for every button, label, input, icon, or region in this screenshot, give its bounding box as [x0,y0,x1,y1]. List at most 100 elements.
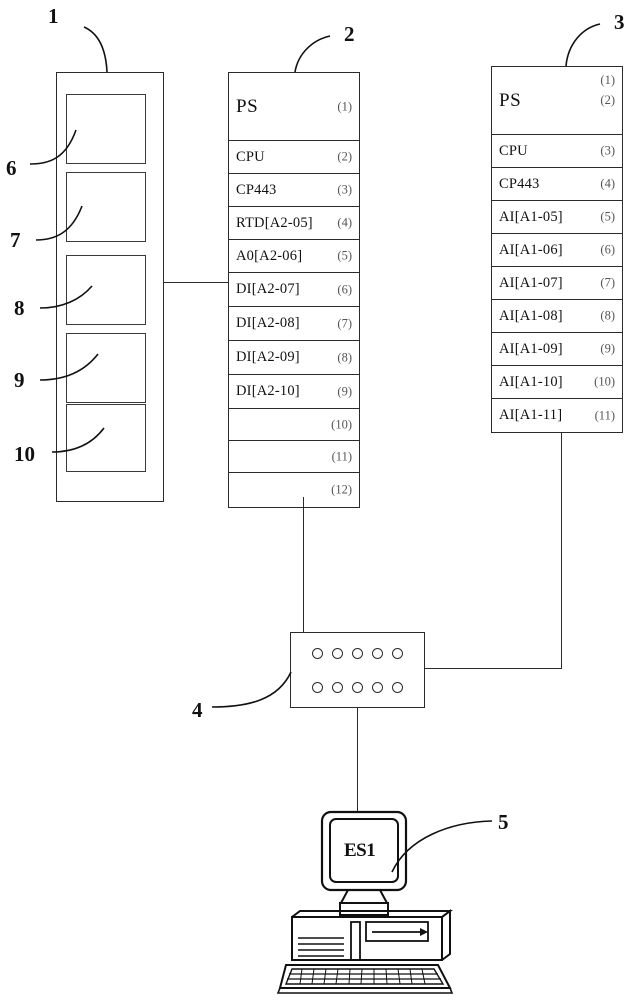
rack-a2-row-7: DI[A2-08] (7) [229,307,359,341]
rack-a2-row-2: CPU (2) [229,141,359,174]
switch-top-port [392,648,403,659]
rack-a2-row-label: RTD[A2-05] [236,214,313,231]
rack-a1-row-label: AI[A1-07] [499,274,563,291]
link-rack-a2-to-switch [303,497,304,633]
switch-bottom-port [372,682,383,693]
switch-bottom-port [352,682,363,693]
link-cabinet-to-rack-a2 [164,282,228,283]
rack-a2-row-11: (11) [229,441,359,473]
rack-a1-row-7: AI[A1-08] (8) [492,300,622,333]
workstation-illustration [276,810,454,994]
rack-a2-row-label: A0[A2-06] [236,247,303,264]
rack-a1-row-label: AI[A1-11] [499,407,563,423]
rack-a1-row-index: (5) [600,209,615,224]
switch-top-port [312,648,323,659]
callout-6: 6 [6,156,17,180]
link-rack-a1-to-switch [425,668,562,669]
rack-a1-row-index: (7) [600,275,615,290]
rack-a2-row-label: DI[A2-08] [236,315,300,331]
switch-top-port [372,648,383,659]
rack-a1-row-10: AI[A1-11] (11) [492,399,622,432]
rack-a2-row-9: DI[A2-10] (9) [229,375,359,409]
rack-a1-row-9: AI[A1-10] (10) [492,366,622,399]
rack-a1-row-index: (3) [600,143,615,158]
rack-a1-row-index: (9) [600,341,615,356]
callout-9: 9 [14,368,25,392]
rack-a1-row-label: CPU [499,142,528,159]
switch-bottom-port [332,682,343,693]
cabinet-slot-10 [66,404,146,472]
rack-a1-row-4: AI[A1-05] (5) [492,201,622,234]
cabinet-slot-8 [66,255,146,325]
rack-a1-row-label: CP443 [499,175,540,192]
rack-a2-row-12: (12) [229,473,359,507]
rack-a2-row-index: (7) [337,316,352,330]
rack-a2-row-3: CP443 (3) [229,174,359,207]
rack-a2-row-label: CPU [236,148,265,165]
workstation-screen-label: ES1 [344,840,376,861]
rack-a1-row-label: AI[A1-10] [499,373,563,390]
rack-a1-row-index: (10) [594,374,615,389]
switch-bottom-port [392,682,403,693]
rack-a1-row-index: (6) [600,242,615,257]
rack-a1-row-label: AI[A1-06] [499,241,563,258]
engineering-station: ES1 [276,810,468,995]
switch-top-port [332,648,343,659]
rack-a2-row-label: DI[A2-07] [236,281,300,297]
rack-a2-row-index: (5) [337,248,352,263]
callout-8: 8 [14,296,25,320]
rack-a1-row-label: AI[A1-05] [499,208,563,225]
rack-a2-row-index: (1) [337,99,352,113]
rack-a1-row-8: AI[A1-09] (9) [492,333,622,366]
rack-a2-row-8: DI[A2-09] (8) [229,341,359,375]
callout-10: 10 [14,442,35,466]
rack-a2-row-4: RTD[A2-05] (4) [229,207,359,240]
callout-2: 2 [344,22,355,46]
rack-a1-row-2: CPU (3) [492,135,622,168]
rack-a2-row-index: (10) [331,417,352,431]
rack-a1-row-index: (8) [600,308,615,323]
plc-rack-a2: PS (1) CPU (2) CP443 (3) RTD[A2-05] (4) A0[A2-06… [228,72,360,508]
switch-port-row-top [312,648,403,659]
rack-a1-row-index: (1) [600,73,615,87]
rack-a2-row-label: PS [236,95,259,117]
rack-a2-row-6: DI[A2-07] (6) [229,273,359,307]
diagram-canvas: PS (1) CPU (2) CP443 (3) RTD[A2-05] (4) A0[A2-06… [0,0,629,1000]
rack-a1-row-label: PS [499,89,522,111]
rack-a1-row-index: (11) [594,408,615,422]
rack-a2-row-label: DI[A2-09] [236,349,300,365]
rack-a1-row-5: AI[A1-06] (6) [492,234,622,267]
rack-a2-row-index: (8) [337,350,352,364]
callout-5: 5 [498,810,509,834]
ethernet-switch [290,632,425,708]
cabinet-slot-9 [66,333,146,403]
rack-a2-row-label: DI[A2-10] [236,383,300,399]
rack-a2-row-index: (6) [337,282,352,296]
rack-a1-row-6: AI[A1-07] (7) [492,267,622,300]
rack-a2-row-index: (11) [331,449,352,463]
rack-a2-row-index: (4) [337,215,352,230]
callout-4: 4 [192,698,203,722]
callout-1: 1 [48,4,59,28]
cabinet-slot-7 [66,172,146,242]
switch-port-row-bottom [312,682,403,693]
switch-bottom-port [312,682,323,693]
rack-a1-row-3: CP443 (4) [492,168,622,201]
plc-rack-a1: PS (1) (2) CPU (3) CP443 (4) AI[A1-05] (5) AI[A1-… [491,66,623,433]
cabinet-slot-6 [66,94,146,164]
rack-a2-row-10: (10) [229,409,359,441]
rack-a1-row-label: AI[A1-08] [499,307,563,324]
rack-a1-row-label: AI[A1-09] [499,340,563,357]
link-rack-a1-drop [561,432,562,668]
callout-7: 7 [10,228,21,252]
rack-a2-row-index: (3) [337,182,352,197]
rack-a2-row-1: PS (1) [229,73,359,141]
link-switch-to-workstation [357,708,358,812]
rack-a2-row-5: A0[A2-06] (5) [229,240,359,273]
callout-3: 3 [614,10,625,34]
rack-a2-row-label: CP443 [236,181,277,198]
rack-a2-row-index: (12) [331,482,352,497]
rack-a1-row-index: (2) [600,93,615,107]
rack-a1-row-index: (4) [600,176,615,191]
switch-top-port [352,648,363,659]
